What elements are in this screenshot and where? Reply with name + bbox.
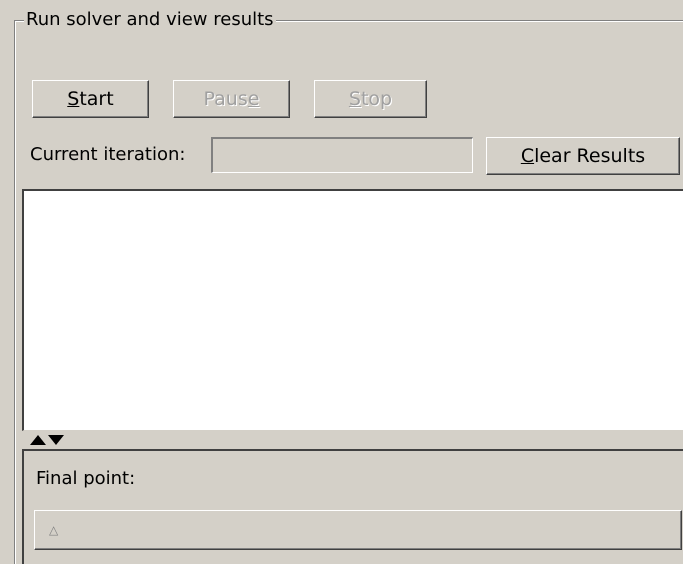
splitter-handle[interactable] [30,433,80,447]
collapse-down-icon[interactable] [48,435,64,445]
current-iteration-field [211,137,473,173]
start-mnemonic: S [67,88,80,110]
pause-mnemonic: e [247,88,260,110]
stop-mnemonic: S [348,88,361,110]
start-label-rest: tart [79,88,114,110]
final-point-label: Final point: [36,468,136,489]
solver-panel: Run solver and view results Start Paus e … [0,0,683,564]
pause-label-before: Paus [203,88,248,110]
final-point-table-body [34,550,682,564]
current-iteration-label: Current iteration: [30,144,186,165]
final-point-panel: Final point: △ [22,449,683,564]
final-point-column-header[interactable]: △ [34,510,682,550]
pause-button[interactable]: Paus e [173,80,290,118]
sort-ascending-icon: △ [49,523,59,537]
groupbox-title: Run solver and view results [24,9,276,31]
stop-button[interactable]: Stop [314,80,427,118]
stop-label-rest: top [360,88,393,110]
results-text-area[interactable] [22,189,683,431]
clear-mnemonic: C [520,145,535,167]
clear-results-button[interactable]: Clear Results [486,137,680,175]
expand-up-icon[interactable] [30,435,46,445]
start-button[interactable]: Start [32,80,149,118]
clear-label-rest: lear Results [534,145,646,167]
